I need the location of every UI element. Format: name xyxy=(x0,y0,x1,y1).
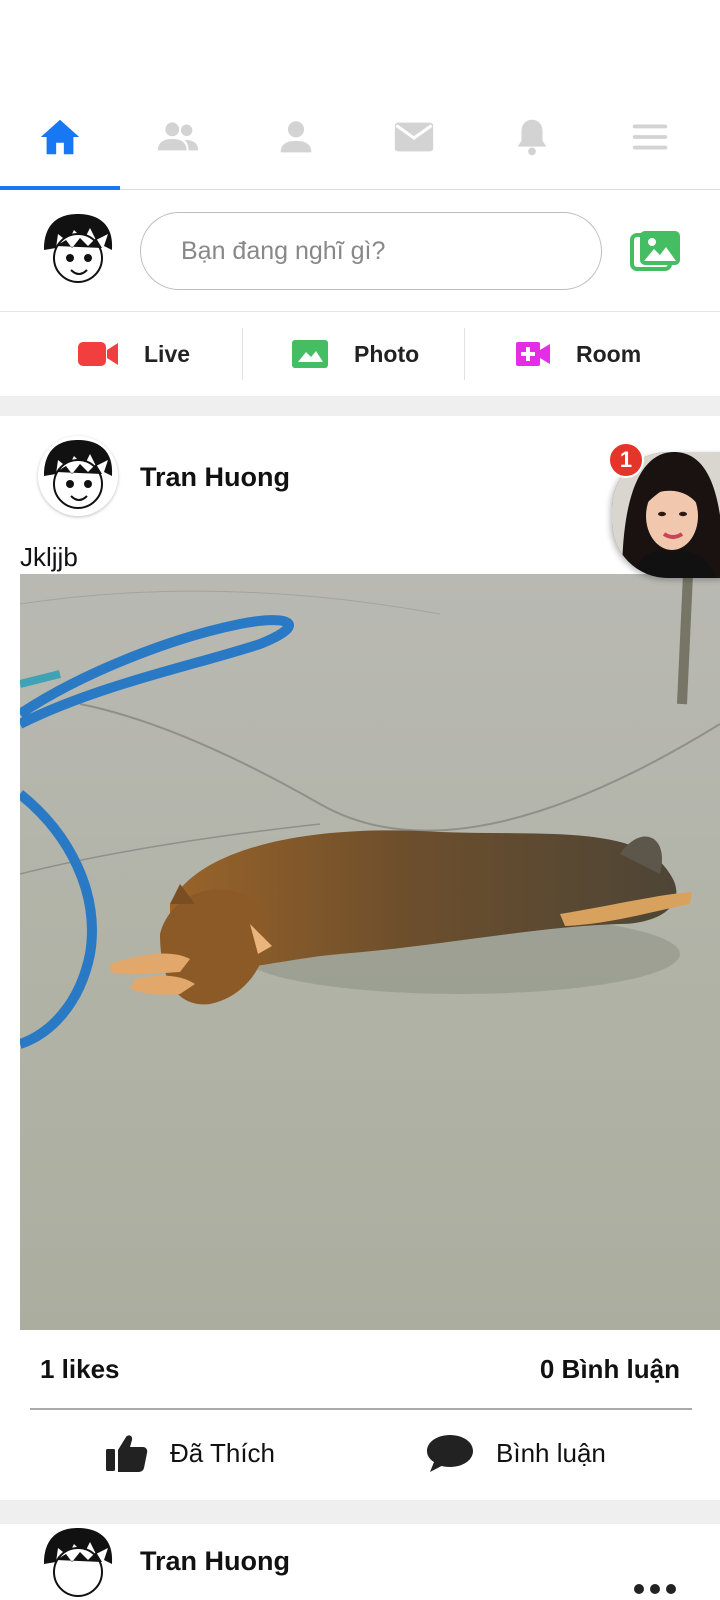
chat-head[interactable]: 1 xyxy=(608,442,720,578)
tab-home[interactable] xyxy=(0,84,120,190)
mail-icon xyxy=(394,122,434,152)
tab-profile[interactable] xyxy=(236,84,356,190)
post-text: Jkljjb xyxy=(20,542,78,572)
photo-button[interactable]: Photo xyxy=(292,312,419,396)
video-camera-icon xyxy=(78,341,118,367)
tab-notifications[interactable] xyxy=(472,84,592,190)
cartoon-avatar-icon xyxy=(38,436,118,516)
quick-actions-bar: Live Photo Room xyxy=(0,312,720,396)
post-image[interactable] xyxy=(20,574,720,1330)
post-composer: Bạn đang nghĩ gì? xyxy=(0,190,720,312)
comments-count[interactable]: 0 Bình luận xyxy=(540,1354,680,1385)
likes-count[interactable]: 1 likes xyxy=(40,1354,120,1384)
comment-button[interactable]: Bình luận xyxy=(426,1420,606,1486)
dog-photo xyxy=(20,574,720,1330)
top-navigation-bar xyxy=(0,84,720,190)
post-author-name[interactable]: Tran Huong xyxy=(140,1546,290,1577)
section-divider xyxy=(0,1500,720,1524)
tab-menu[interactable] xyxy=(590,84,710,190)
thumbs-up-icon xyxy=(106,1435,148,1472)
cartoon-avatar-icon xyxy=(38,1524,118,1600)
quick-actions-divider xyxy=(242,328,243,380)
section-divider xyxy=(0,396,720,416)
menu-icon xyxy=(632,124,668,150)
post-author-avatar[interactable] xyxy=(38,436,118,516)
like-button[interactable]: Đã Thích xyxy=(106,1420,275,1486)
tab-messages[interactable] xyxy=(354,84,474,190)
like-button-label: Đã Thích xyxy=(170,1437,276,1468)
live-button[interactable]: Live xyxy=(78,312,190,396)
video-add-icon xyxy=(516,342,550,366)
photo-gallery-icon[interactable] xyxy=(630,228,682,274)
photo-label: Photo xyxy=(354,340,420,367)
post-author-name[interactable]: Tran Huong xyxy=(140,462,290,493)
room-label: Room xyxy=(576,340,642,367)
unread-badge: 1 xyxy=(608,442,644,478)
feed-post: Tran Huong Jkljjb 1 likes 0 Bình luận Đã… xyxy=(0,416,720,1500)
comment-button-label: Bình luận xyxy=(496,1437,606,1468)
post-stats: 1 likes 0 Bình luận xyxy=(40,1354,680,1385)
feed-post: Tran Huong xyxy=(0,1524,720,1600)
more-options-icon[interactable] xyxy=(634,1584,676,1594)
bell-icon xyxy=(517,119,547,156)
room-button[interactable]: Room xyxy=(516,312,641,396)
cartoon-avatar-icon xyxy=(38,210,118,290)
friends-icon xyxy=(157,122,199,151)
quick-actions-divider xyxy=(464,328,465,380)
comment-bubble-icon xyxy=(427,1435,473,1472)
photo-icon xyxy=(292,340,328,368)
status-input[interactable]: Bạn đang nghĩ gì? xyxy=(140,212,602,290)
tab-friends[interactable] xyxy=(118,84,238,190)
post-author-avatar[interactable] xyxy=(38,1524,118,1600)
stats-divider xyxy=(30,1408,692,1410)
user-avatar[interactable] xyxy=(38,210,118,290)
live-label: Live xyxy=(144,340,191,367)
status-input-placeholder: Bạn đang nghĩ gì? xyxy=(181,236,386,265)
home-icon xyxy=(40,119,80,155)
profile-icon xyxy=(280,121,312,153)
